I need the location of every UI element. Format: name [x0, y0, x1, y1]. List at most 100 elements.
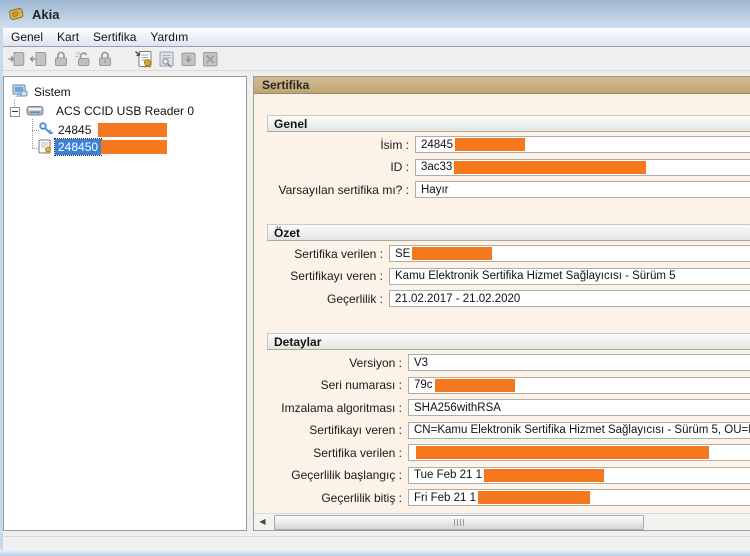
field-row-seri-numarasi: Seri numarası : 79c: [267, 377, 750, 394]
field-label: Sertifika verilen :: [267, 446, 408, 460]
field-label: ID :: [267, 160, 415, 174]
field-value: CN=Kamu Elektronik Sertifika Hizmet Sağl…: [414, 424, 750, 436]
field-label: Sertifika verilen :: [267, 247, 389, 261]
scrollbar-thumb[interactable]: [274, 515, 644, 530]
certificate-icon: [37, 139, 53, 155]
field-label: Geçerlilik bitiş :: [267, 491, 408, 505]
computer-icon: [12, 83, 28, 99]
field-value: V3: [414, 357, 428, 369]
field-row-versiyon: Versiyon : V3: [267, 354, 750, 371]
field-value: Hayır: [421, 184, 448, 196]
tree-item-certificate-selected[interactable]: 248450: [55, 139, 101, 155]
field-sertifika-verilen[interactable]: SE: [389, 245, 750, 262]
field-label: Geçerlilik :: [267, 292, 389, 306]
certificate-panel: Sertifika Genel İsim : 24845 ID : 3ac33 …: [253, 76, 750, 531]
field-value: 21.02.2017 - 21.02.2020: [395, 293, 520, 305]
field-sertifikayi-veren-dn[interactable]: CN=Kamu Elektronik Sertifika Hizmet Sağl…: [408, 422, 750, 439]
redaction-overlay: [412, 247, 492, 260]
export-icon[interactable]: [199, 48, 220, 69]
field-label: Varsayılan sertifika mı? :: [267, 183, 415, 197]
field-id[interactable]: 3ac33: [415, 159, 750, 176]
field-sertifika-verilen-dn[interactable]: [408, 444, 750, 461]
field-value: 24845: [421, 139, 453, 151]
card-insert-icon[interactable]: [6, 48, 27, 69]
section-detaylar: Detaylar Versiyon : V3 Seri numarası : 7…: [267, 333, 750, 506]
redaction-overlay: [478, 491, 590, 504]
tree-item-sistem[interactable]: Sistem: [34, 85, 71, 99]
menu-kart[interactable]: Kart: [50, 30, 86, 44]
field-row-sertifikayi-veren: Sertifikayı veren : Kamu Elektronik Sert…: [267, 268, 750, 285]
window-title: Akia: [32, 7, 59, 22]
import-icon[interactable]: [177, 48, 198, 69]
tree-item-key[interactable]: 24845: [58, 123, 91, 137]
field-sertifikayi-veren[interactable]: Kamu Elektronik Sertifika Hizmet Sağlayı…: [389, 268, 750, 285]
toolbar: [0, 47, 750, 71]
unlock-icon[interactable]: [72, 48, 93, 69]
field-label: Seri numarası :: [267, 378, 408, 392]
section-ozet: Özet Sertifika verilen : SE Sertifikayı …: [267, 224, 750, 307]
redaction-overlay: [484, 469, 604, 482]
field-value: Fri Feb 21 1: [414, 492, 476, 504]
tree-item-reader[interactable]: ACS CCID USB Reader 0: [56, 104, 194, 118]
field-row-gecerlilik-bitis: Geçerlilik bitiş : Fri Feb 21 1: [267, 489, 750, 506]
app-icon: [8, 6, 25, 22]
field-row-gecerlilik-baslangic: Geçerlilik başlangıç : Tue Feb 21 1: [267, 467, 750, 484]
field-row-imzalama: Imzalama algoritması : SHA256withRSA: [267, 399, 750, 416]
menu-genel[interactable]: Genel: [4, 30, 50, 44]
field-isim[interactable]: 24845: [415, 136, 750, 153]
field-label: İsim :: [267, 138, 415, 152]
field-gecerlilik-bitis[interactable]: Fri Feb 21 1: [408, 489, 750, 506]
field-value: 3ac33: [421, 161, 452, 173]
lock-icon[interactable]: [50, 48, 71, 69]
field-label: Sertifikayı veren :: [267, 269, 389, 283]
menubar: Genel Kart Sertifika Yardım: [0, 28, 750, 47]
section-genel: Genel İsim : 24845 ID : 3ac33 Varsayılan…: [267, 115, 750, 198]
status-bar: [3, 536, 750, 550]
field-gecerlilik-baslangic[interactable]: Tue Feb 21 1: [408, 467, 750, 484]
field-value: Tue Feb 21 1: [414, 469, 482, 481]
panel-title: Sertifika: [254, 77, 750, 94]
field-value: SHA256withRSA: [414, 402, 501, 414]
redaction-overlay: [416, 446, 709, 459]
titlebar: Akia: [0, 0, 750, 28]
field-row-isim: İsim : 24845: [267, 136, 750, 153]
window-frame-bottom: [0, 550, 750, 556]
tree-connector: [32, 119, 33, 148]
pin-lock-icon[interactable]: [94, 48, 115, 69]
field-label: Sertifikayı veren :: [267, 423, 408, 437]
certificate-seal-icon[interactable]: [133, 48, 154, 69]
menu-sertifika[interactable]: Sertifika: [86, 30, 143, 44]
field-row-sertifika-verilen: Sertifika verilen : SE: [267, 245, 750, 262]
redaction-overlay: [435, 379, 515, 392]
certificate-view-icon[interactable]: [155, 48, 176, 69]
device-tree-panel[interactable]: Sistem ACS CCID USB Reader 0 24845 24845…: [3, 76, 247, 531]
card-remove-icon[interactable]: [28, 48, 49, 69]
redaction-overlay: [98, 123, 167, 137]
field-row-gecerlilik: Geçerlilik : 21.02.2017 - 21.02.2020: [267, 290, 750, 307]
field-imzalama-algoritmasi[interactable]: SHA256withRSA: [408, 399, 750, 416]
redaction-overlay: [101, 140, 167, 154]
section-header: Detaylar: [267, 333, 750, 350]
menu-yardim[interactable]: Yardım: [143, 30, 195, 44]
redaction-overlay: [455, 138, 525, 151]
field-row-sertifikayi-veren-detay: Sertifikayı veren : CN=Kamu Elektronik S…: [267, 422, 750, 439]
field-value: SE: [395, 248, 410, 260]
scrollbar-grip-icon: [454, 519, 464, 526]
field-row-id: ID : 3ac33: [267, 159, 750, 176]
field-label: Imzalama algoritması :: [267, 401, 408, 415]
field-gecerlilik[interactable]: 21.02.2017 - 21.02.2020: [389, 290, 750, 307]
field-row-sertifika-verilen-detay: Sertifika verilen :: [267, 444, 750, 461]
field-varsayilan[interactable]: Hayır: [415, 181, 750, 198]
redaction-overlay: [454, 161, 646, 174]
field-label: Versiyon :: [267, 356, 408, 370]
card-reader-icon: [26, 102, 42, 118]
collapse-toggle-icon[interactable]: [10, 107, 20, 117]
section-header: Özet: [267, 224, 750, 241]
field-seri-numarasi[interactable]: 79c: [408, 377, 750, 394]
key-icon: [38, 121, 54, 137]
field-label: Geçerlilik başlangıç :: [267, 468, 408, 482]
section-header: Genel: [267, 115, 750, 132]
field-versiyon[interactable]: V3: [408, 354, 750, 371]
horizontal-scrollbar[interactable]: ◀: [254, 513, 750, 530]
scroll-left-arrow-icon[interactable]: ◀: [255, 516, 270, 528]
